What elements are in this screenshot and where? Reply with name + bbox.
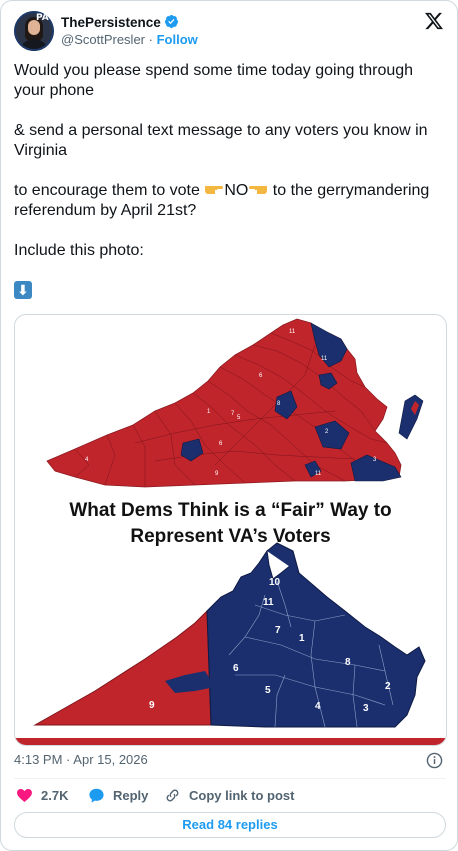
tweet-paragraph-3-start: to encourage them to vote: [14, 182, 205, 199]
tweet-paragraph-3: to encourage them to vote NO to the gerr…: [14, 181, 439, 221]
action-bar: 2.7K Reply Copy link to post: [14, 787, 446, 807]
tweet-no-word: NO: [224, 182, 249, 199]
svg-text:4: 4: [315, 701, 321, 712]
reply-label: Reply: [113, 788, 149, 803]
svg-text:5: 5: [265, 685, 271, 696]
avatar[interactable]: PA: [14, 11, 54, 51]
link-icon: [166, 789, 179, 802]
read-replies-button[interactable]: Read 84 replies: [14, 812, 446, 838]
verified-badge-icon: [164, 14, 178, 29]
tweet-paragraph-5: ⬇: [14, 281, 439, 301]
svg-text:6: 6: [233, 663, 239, 674]
svg-text:11: 11: [263, 597, 274, 608]
handle-separator: ·: [148, 32, 153, 47]
tweet-image[interactable]: 11 11 6 817 562 4 3 11 9 What Dems Think is a…: [14, 314, 447, 746]
image-bottom-bar: [15, 738, 446, 745]
tweet-card: PA ThePersistence @ScottPresler · Follow…: [0, 0, 458, 851]
svg-text:9: 9: [149, 700, 155, 711]
tweet-timestamp[interactable]: 4:13 PM · Apr 15, 2026: [14, 752, 148, 767]
x-logo-icon[interactable]: [424, 11, 444, 31]
virginia-map-bottom: 10 11 7 1 6 8 2 5 4 3 9: [33, 542, 426, 728]
pointing-right-emoji-icon: [204, 181, 224, 198]
tweet-paragraph-1: Would you please spend some time today g…: [14, 62, 414, 99]
svg-text:3: 3: [363, 703, 369, 714]
divider: [14, 778, 446, 779]
tweet-text: Would you please spend some time today g…: [14, 61, 439, 301]
svg-text:10: 10: [269, 577, 281, 588]
timestamp-separator: ·: [66, 752, 71, 767]
follow-button[interactable]: Follow: [157, 32, 198, 47]
copy-link-label: Copy link to post: [189, 788, 295, 803]
avatar-badge-text: PA: [36, 13, 49, 23]
copy-link-button[interactable]: Copy link to post: [164, 787, 294, 804]
author-name-row[interactable]: ThePersistence: [61, 14, 179, 30]
heart-icon: [17, 788, 32, 803]
author-handle-row: @ScottPresler · Follow: [61, 32, 198, 47]
tweet-paragraph-2: & send a personal text message to any vo…: [14, 122, 428, 159]
author-handle[interactable]: @ScottPresler: [61, 32, 145, 47]
info-icon[interactable]: [426, 752, 443, 769]
speech-bubble-icon: [89, 788, 104, 803]
down-arrow-emoji-icon: ⬇: [14, 281, 32, 299]
pointing-left-emoji-icon: [248, 181, 268, 198]
svg-text:1: 1: [299, 633, 305, 644]
tweet-paragraph-4: Include this photo:: [14, 242, 144, 259]
tweet-date: Apr 15, 2026: [73, 752, 148, 767]
svg-text:7: 7: [275, 625, 281, 636]
author-display-name[interactable]: ThePersistence: [61, 15, 161, 30]
like-button[interactable]: 2.7K: [16, 787, 68, 804]
svg-text:8: 8: [345, 657, 351, 668]
tweet-header: PA ThePersistence @ScottPresler · Follow: [14, 11, 446, 51]
svg-text:2: 2: [385, 681, 391, 692]
reply-button[interactable]: Reply: [88, 787, 148, 804]
like-count: 2.7K: [41, 788, 69, 803]
tweet-time: 4:13 PM: [14, 752, 63, 767]
